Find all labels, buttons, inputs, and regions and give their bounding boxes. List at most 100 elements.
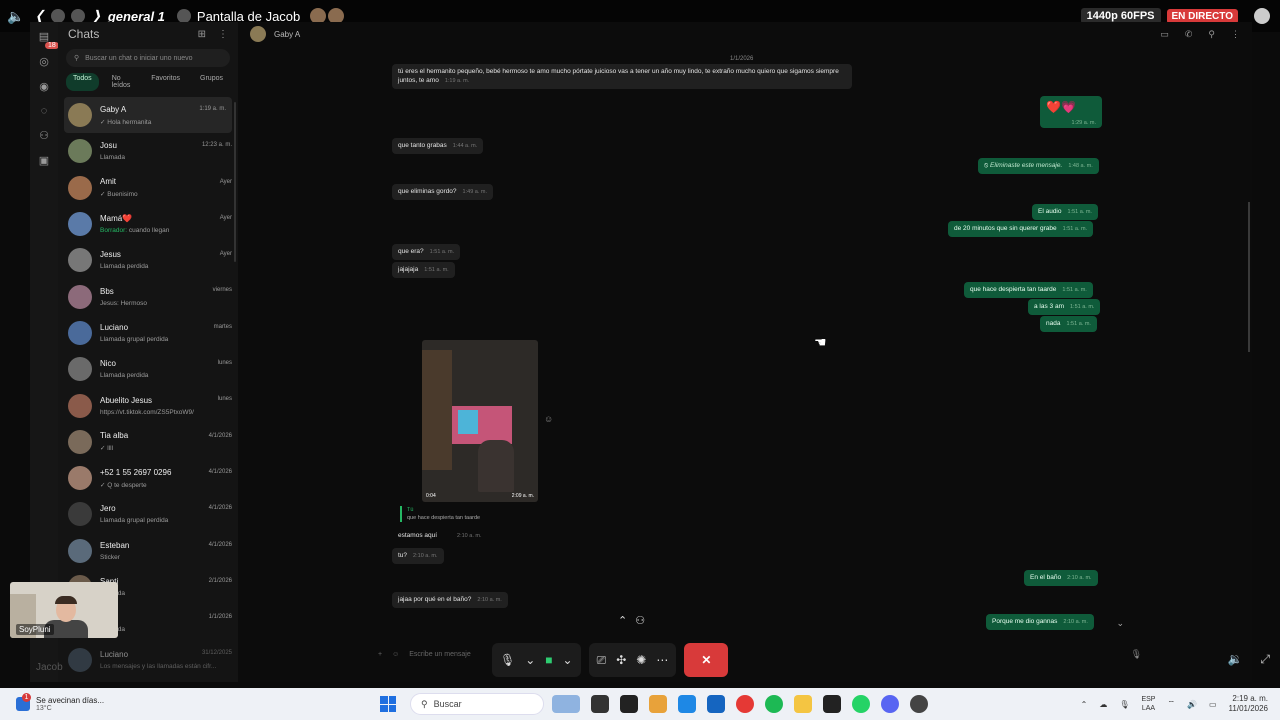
message-in[interactable]: jajaa por qué en el baño? 2:10 a. m. bbox=[392, 592, 508, 608]
file-explorer-icon[interactable] bbox=[794, 695, 812, 713]
chat-list-scrollbar[interactable] bbox=[234, 102, 236, 262]
microphone-icon[interactable]: 🎙 bbox=[500, 643, 515, 677]
network-tray-icon[interactable]: ☁ bbox=[1099, 700, 1107, 709]
chat-time: martes bbox=[213, 323, 232, 330]
filter-all[interactable]: Todos bbox=[66, 73, 99, 91]
video-call-icon[interactable]: ▭ bbox=[1160, 29, 1169, 40]
discord-app-icon[interactable] bbox=[881, 695, 899, 713]
chat-row[interactable]: Bbs Jesus: Hermoso viernes bbox=[58, 278, 238, 314]
message-in[interactable]: que eliminas gordo? 1:49 a. m. bbox=[392, 184, 494, 200]
stream-menu-icon[interactable] bbox=[1254, 8, 1270, 24]
webcam-tile[interactable]: SoyPluni bbox=[10, 582, 118, 638]
quoted-reply[interactable]: Tú que hace despierta tan taarde bbox=[400, 506, 496, 522]
message-in[interactable]: tu? 2:10 a. m. bbox=[392, 548, 444, 564]
message-out[interactable]: a las 3 am 1:51 a. m. bbox=[1028, 299, 1101, 315]
message-in[interactable]: que era? 1:51 a. m. bbox=[392, 244, 461, 260]
conversation-header[interactable]: Gaby A ▭ ✆ ⚲ ⋮ bbox=[238, 22, 1252, 46]
speaker-icon[interactable]: 🔊 bbox=[1187, 700, 1197, 709]
emoji-react-icon[interactable]: ☺ bbox=[544, 414, 553, 424]
filter-favorites[interactable]: Favoritos bbox=[144, 73, 187, 91]
chat-row[interactable]: Amit ✓ Buenisimo Ayer bbox=[58, 170, 238, 206]
wifi-icon[interactable]: ⌔ bbox=[1167, 699, 1175, 709]
chat-row[interactable]: Abuelito Jesus https://vt.tiktok.com/ZS5P… bbox=[58, 387, 238, 423]
end-stream-button[interactable]: ✕ bbox=[684, 643, 729, 677]
battery-icon[interactable]: ▭ bbox=[1209, 700, 1217, 709]
epic-games-icon[interactable] bbox=[823, 695, 841, 713]
filter-unread[interactable]: No leídos bbox=[105, 73, 139, 91]
video-message[interactable]: 0:04 2:09 a. m. bbox=[422, 340, 538, 502]
spotify-app-icon[interactable] bbox=[765, 695, 783, 713]
menu-icon[interactable]: ⋮ bbox=[218, 29, 228, 40]
groups-icon[interactable]: ⚇ bbox=[39, 129, 49, 142]
volume-icon[interactable]: 🔉 bbox=[1227, 652, 1242, 667]
chat-row[interactable]: Mamá❤️ Borrador: cuando llegan Ayer bbox=[58, 206, 238, 242]
message-in[interactable]: estamos aquí 2:10 a. m. bbox=[392, 528, 488, 544]
chevron-down-icon[interactable]: ⌄ bbox=[563, 643, 573, 677]
volume-icon[interactable]: 🔈 bbox=[0, 8, 32, 25]
message-out[interactable]: que hace despierta tan taarde 1:51 a. m. bbox=[964, 282, 1093, 298]
message-out[interactable]: nada 1:51 a. m. bbox=[1040, 316, 1097, 332]
weather-widget[interactable]: 1 Se avecinan días... 13°C bbox=[0, 693, 360, 712]
menu-icon[interactable]: ⋮ bbox=[1231, 29, 1240, 40]
capcut-app-icon[interactable] bbox=[620, 695, 638, 713]
filter-groups[interactable]: Grupos bbox=[193, 73, 230, 91]
attach-icon[interactable]: + bbox=[378, 651, 382, 658]
opera-app-icon[interactable] bbox=[736, 695, 754, 713]
communities-icon[interactable]: ◌ bbox=[41, 105, 48, 117]
message-in[interactable]: que tanto grabas 1:44 a. m. bbox=[392, 138, 484, 154]
message-in[interactable]: tú eres el hermanito pequeño, bebé hermo… bbox=[392, 64, 852, 89]
chat-row[interactable]: Josu Llamada 12:23 a. m. bbox=[58, 133, 238, 169]
store-app-icon[interactable] bbox=[707, 695, 725, 713]
chrome-app-icon[interactable] bbox=[649, 695, 667, 713]
chevron-up-icon[interactable]: ⌃ bbox=[1081, 700, 1088, 709]
chat-row[interactable]: Esteban Sticker 4/1/2026 bbox=[58, 533, 238, 569]
message-input[interactable]: Escribe un mensaje bbox=[409, 651, 470, 658]
mic-icon[interactable]: 🎙 bbox=[1131, 649, 1142, 660]
activities-icon[interactable]: ✣ bbox=[616, 643, 626, 677]
chat-row[interactable]: Gaby A ✓ Hola hermanita 1:19 a. m. bbox=[64, 97, 232, 134]
share-screen-icon[interactable]: ⎚ bbox=[597, 643, 607, 677]
soundboard-icon[interactable]: ✺ bbox=[636, 643, 646, 677]
taskbar-search[interactable]: ⚲ Buscar bbox=[410, 693, 544, 715]
obs-app-icon[interactable] bbox=[910, 695, 928, 713]
search-input[interactable]: ⚲ Buscar un chat o iniciar uno nuevo bbox=[66, 49, 230, 67]
mic-tray-icon[interactable]: 🎙 bbox=[1119, 700, 1129, 709]
widgets-app-icon[interactable] bbox=[552, 695, 580, 713]
camera-icon[interactable]: ■ bbox=[545, 643, 552, 677]
chat-row[interactable]: Luciano Llamada grupal perdida martes bbox=[58, 315, 238, 351]
chat-row[interactable]: +52 1 55 2697 0296 ✓ Q te desperte 4/1/20… bbox=[58, 460, 238, 496]
fullscreen-icon[interactable]: ⤢ bbox=[1260, 652, 1270, 667]
chat-row[interactable]: Jero Llamada grupal perdida 4/1/2026 bbox=[58, 496, 238, 532]
message-out[interactable]: ❤️💗 1:29 a. m. bbox=[1040, 96, 1102, 128]
chevron-up-icon[interactable]: ⌃ bbox=[618, 614, 627, 627]
chat-row[interactable]: Nico Llamada perdida lunes bbox=[58, 351, 238, 387]
message-out[interactable]: de 20 minutos que sin querer grabe 1:51 a… bbox=[948, 221, 1094, 237]
channels-icon[interactable]: ◉ bbox=[39, 80, 49, 93]
chat-row[interactable]: Tia alba ✓ llll 4/1/2026 bbox=[58, 424, 238, 460]
clock[interactable]: 2:19 a. m. 11/01/2026 bbox=[1229, 694, 1268, 714]
scroll-down-icon[interactable]: ⌄ bbox=[1116, 618, 1124, 629]
language-indicator[interactable]: ESP LAA bbox=[1141, 695, 1155, 713]
message-out-deleted[interactable]: ⦸ Eliminaste este mensaje. 1:48 a. m. bbox=[978, 158, 1099, 174]
sticker-icon[interactable]: ☺ bbox=[392, 651, 399, 658]
new-chat-icon[interactable]: ⊞ bbox=[198, 29, 206, 40]
whatsapp-app-icon[interactable] bbox=[852, 695, 870, 713]
chat-row[interactable]: Luciano Los mensajes y las llamadas están… bbox=[58, 641, 238, 677]
windows-start-icon[interactable] bbox=[380, 696, 396, 712]
conversation-scrollbar[interactable] bbox=[1248, 202, 1250, 352]
streamer-avatar bbox=[176, 9, 191, 23]
message-out[interactable]: El audio 1:51 a. m. bbox=[1032, 204, 1098, 220]
message-out[interactable]: Porque me dio gannas 2:10 a. m. bbox=[986, 614, 1094, 630]
chat-row[interactable]: Jesus Llamada perdida Ayer bbox=[58, 242, 238, 278]
more-icon[interactable]: ⋯ bbox=[656, 643, 668, 677]
search-icon[interactable]: ⚲ bbox=[1208, 29, 1215, 40]
edge-app-icon[interactable] bbox=[678, 695, 696, 713]
message-in[interactable]: jajajaja 1:51 a. m. bbox=[392, 262, 455, 278]
archive-icon[interactable]: ▣ bbox=[39, 154, 49, 167]
terminal-app-icon[interactable] bbox=[591, 695, 609, 713]
status-icon[interactable]: ◎ bbox=[39, 55, 49, 68]
message-out[interactable]: En el baño 2:10 a. m. bbox=[1024, 570, 1098, 586]
participants-icon[interactable]: ⚇ bbox=[635, 614, 645, 627]
voice-call-icon[interactable]: ✆ bbox=[1185, 29, 1193, 40]
chevron-down-icon[interactable]: ⌄ bbox=[525, 643, 535, 677]
